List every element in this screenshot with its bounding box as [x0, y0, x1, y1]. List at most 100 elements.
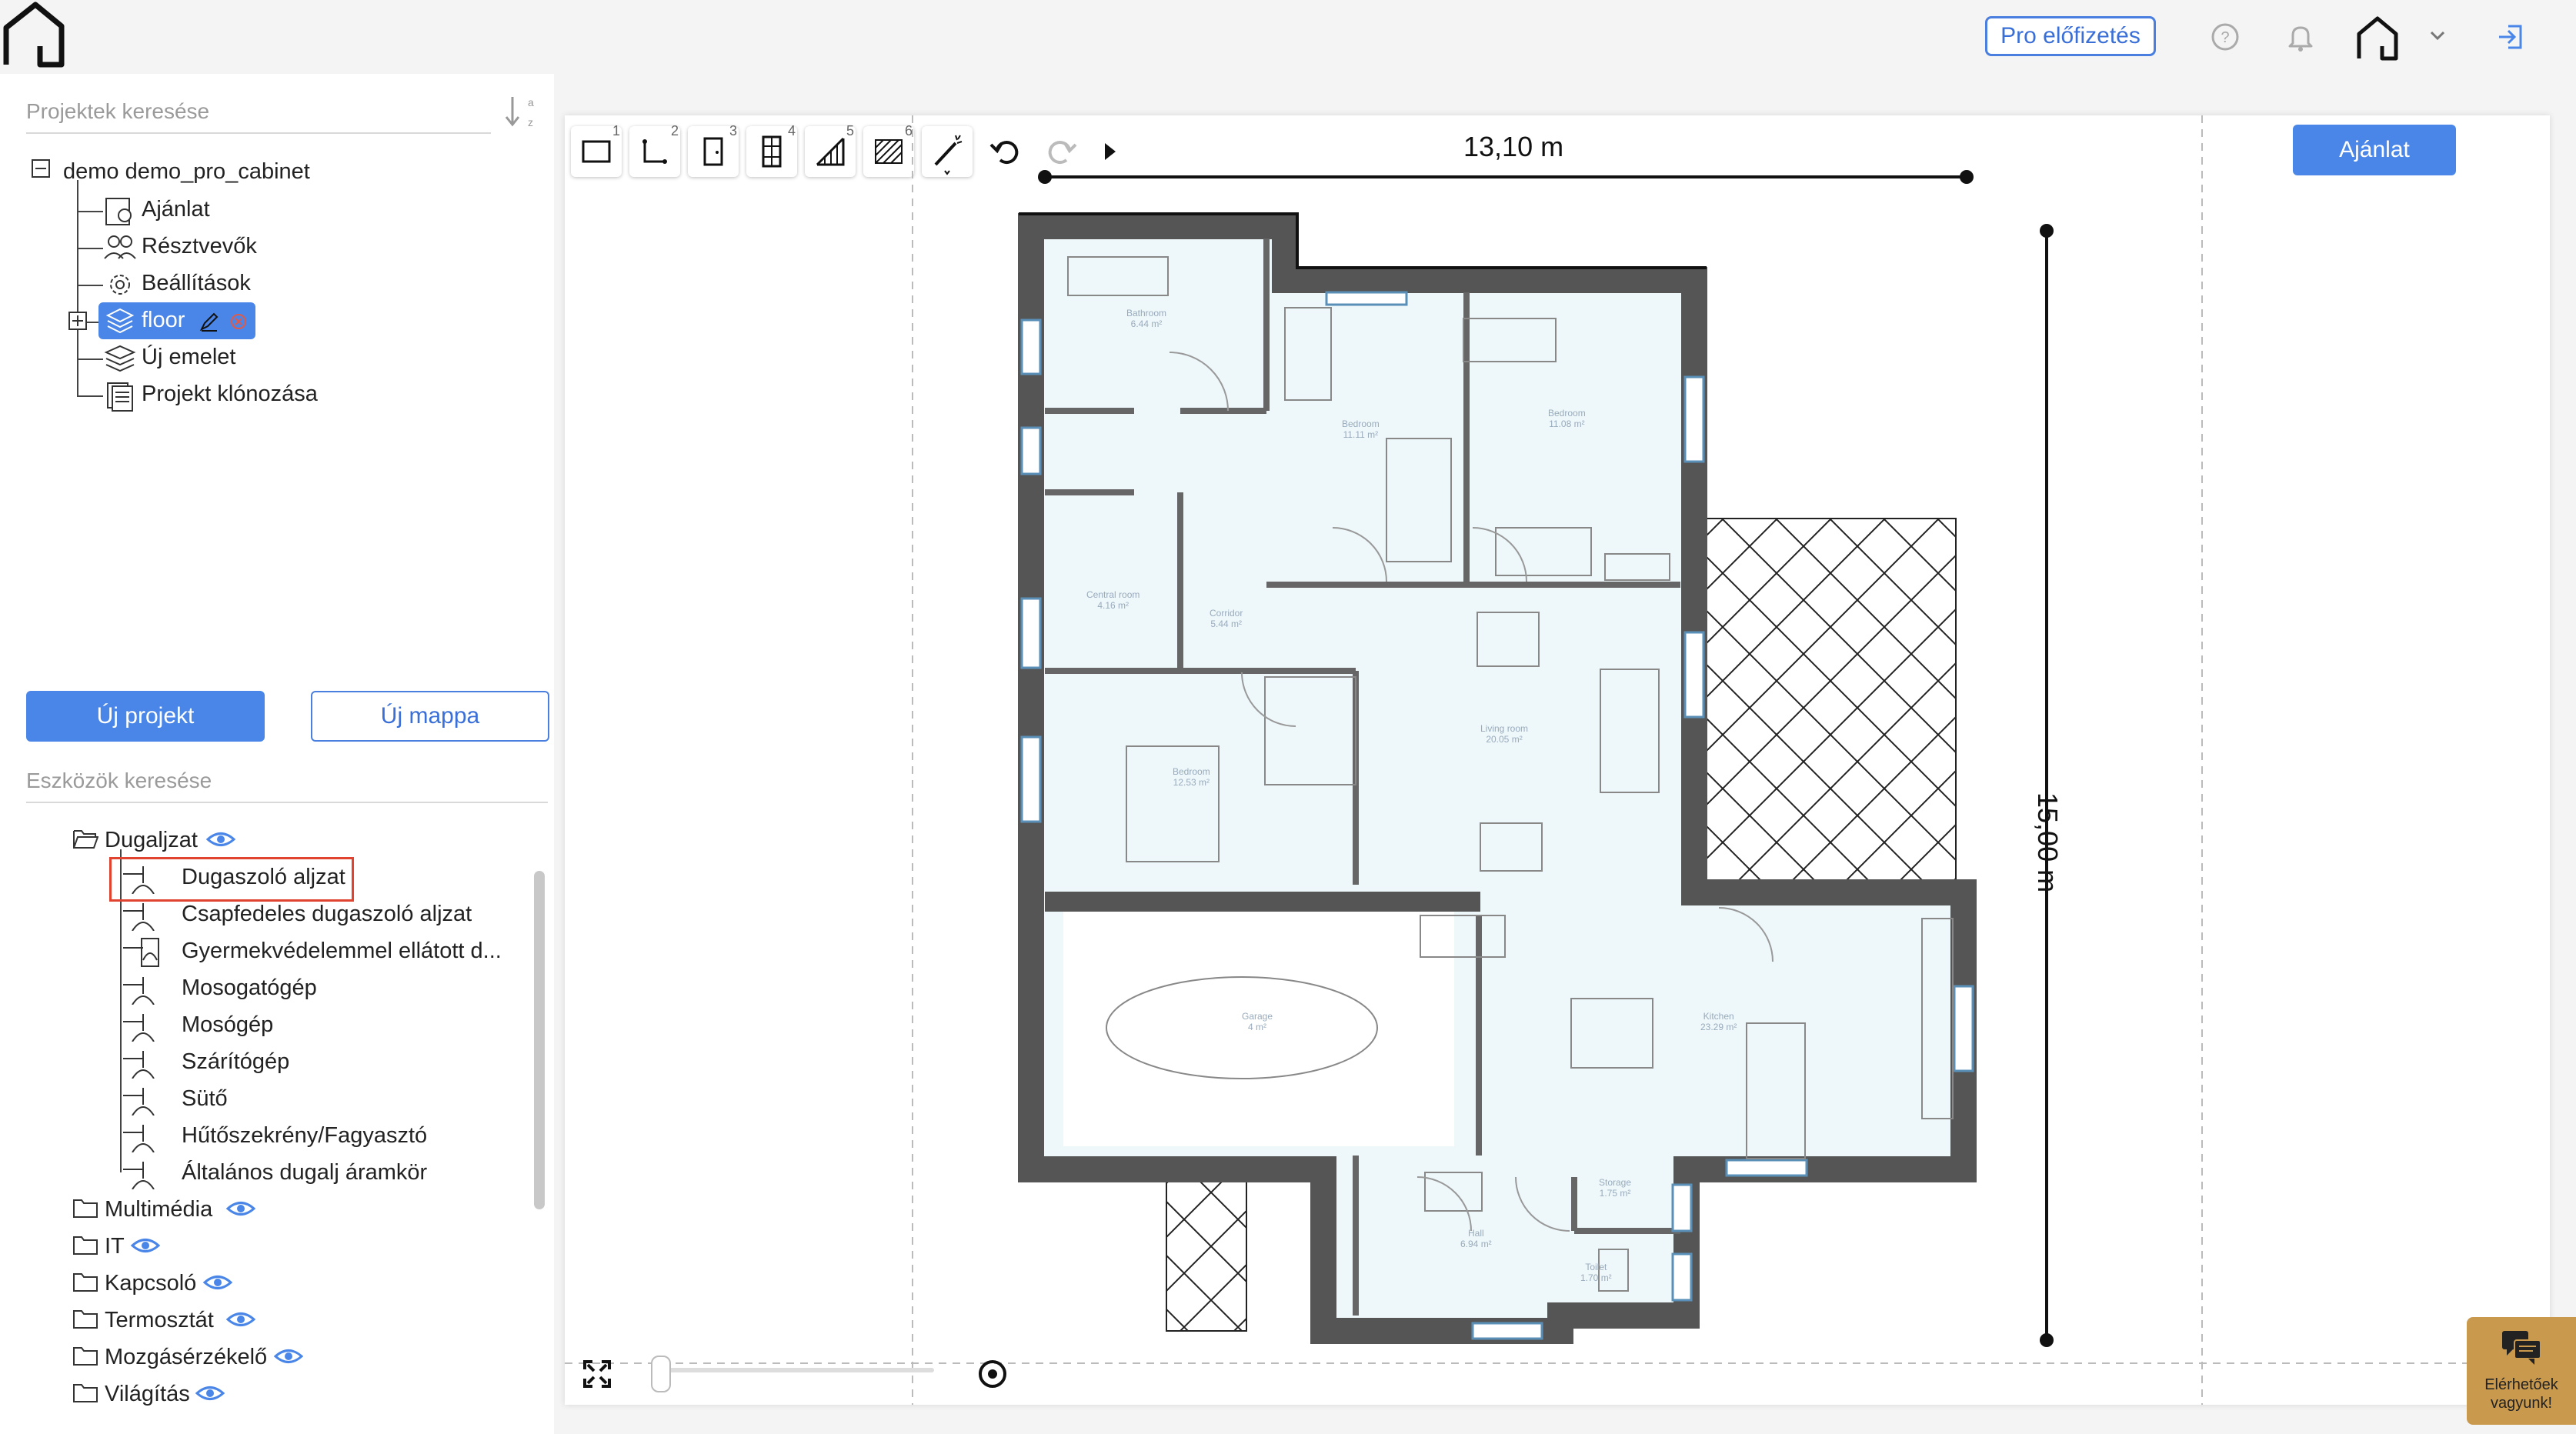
- socket-symbol-icon: [123, 977, 155, 1005]
- tools-search-input[interactable]: Eszközök keresése: [26, 760, 548, 803]
- chevron-down-icon[interactable]: [2428, 26, 2447, 45]
- category-lighting[interactable]: Világítás: [105, 1382, 190, 1407]
- left-panel: Projektek keresése a z: [0, 74, 554, 1434]
- room-label: Kitchen 23.29 m²: [1700, 1011, 1737, 1032]
- eye-icon[interactable]: [206, 829, 235, 849]
- tree-item-new-floor[interactable]: Új emelet: [142, 345, 236, 370]
- eye-icon[interactable]: [195, 1383, 225, 1403]
- zoom-slider[interactable]: [657, 1368, 934, 1372]
- delete-icon[interactable]: [228, 311, 249, 332]
- child-safe-socket-icon: [123, 938, 159, 967]
- project-root[interactable]: demo demo_pro_cabinet: [63, 159, 310, 185]
- socket-symbol-icon: [123, 1051, 155, 1079]
- tree-item-floor-label[interactable]: floor: [142, 308, 185, 333]
- room-label: Hall 6.94 m²: [1460, 1228, 1492, 1249]
- room-label: Garage 4 m²: [1242, 1011, 1273, 1032]
- socket-symbol-icon: [123, 903, 155, 931]
- socket-item[interactable]: Csapfedeles dugaszoló aljzat: [182, 902, 472, 927]
- room-label: Toilet 1.70 m²: [1580, 1262, 1612, 1283]
- clone-icon: [107, 382, 133, 412]
- new-floor-icon: [104, 345, 136, 372]
- tools-scrollbar[interactable]: [534, 871, 545, 1209]
- logout-icon[interactable]: [2493, 18, 2530, 55]
- room-label: Storage 1.75 m²: [1599, 1177, 1632, 1199]
- tree-item-clone-project[interactable]: Projekt klónozása: [142, 382, 318, 407]
- socket-symbol-icon: [123, 1125, 155, 1152]
- socket-symbol-icon: [123, 1088, 155, 1116]
- room-label: Bedroom 11.08 m²: [1548, 408, 1586, 429]
- category-sockets[interactable]: Dugaljzat: [105, 828, 198, 853]
- tree-item-participants[interactable]: Résztvevők: [142, 234, 257, 259]
- socket-item[interactable]: Általános dugalj áramkör: [182, 1160, 427, 1186]
- svg-text:?: ?: [2221, 29, 2229, 46]
- home-user-icon[interactable]: [2353, 14, 2402, 63]
- expand-icon[interactable]: [68, 311, 88, 331]
- layers-icon: [105, 308, 135, 334]
- room-label: Corridor 5.44 m²: [1210, 608, 1243, 629]
- height-dimension-label: 15,00 m: [2032, 792, 2064, 893]
- edit-pencil-icon[interactable]: [199, 311, 220, 332]
- folder-icon: [73, 1273, 98, 1292]
- chat-bubbles-icon: [2502, 1331, 2541, 1365]
- offer-document-icon: [105, 198, 132, 225]
- category-motion-sensor[interactable]: Mozgásérzékelő: [105, 1345, 267, 1370]
- participants-icon: [104, 235, 136, 259]
- collapse-icon[interactable]: [31, 158, 51, 178]
- width-dimension-label: 13,10 m: [1463, 131, 1564, 162]
- floorplan-canvas[interactable]: 1 2 3 4 5 6 Ajánlat 13,10 m 15,00 m Bath…: [565, 115, 2550, 1405]
- help-icon[interactable]: ?: [2207, 18, 2244, 55]
- center-view-icon[interactable]: [976, 1357, 1009, 1391]
- socket-item[interactable]: Sütő: [182, 1086, 228, 1112]
- chat-widget[interactable]: Elérhetőek vagyunk!: [2467, 1317, 2576, 1425]
- folder-open-icon: [73, 830, 98, 849]
- svg-text:z: z: [528, 116, 533, 128]
- new-project-button[interactable]: Új projekt: [26, 691, 265, 742]
- folder-icon: [73, 1310, 98, 1329]
- socket-item[interactable]: Hűtőszekrény/Fagyasztó: [182, 1123, 427, 1149]
- home-logo-icon[interactable]: [0, 0, 69, 69]
- category-switch[interactable]: Kapcsoló: [105, 1271, 196, 1296]
- settings-gear-icon: [110, 275, 130, 295]
- room-label: Central room 4.16 m²: [1086, 589, 1140, 611]
- floorplan-drawing[interactable]: [565, 115, 2550, 1405]
- tree-line: [77, 285, 103, 286]
- eye-icon[interactable]: [203, 1272, 232, 1292]
- folder-icon: [73, 1236, 98, 1255]
- fullscreen-icon[interactable]: [580, 1357, 614, 1391]
- eye-icon[interactable]: [226, 1199, 255, 1219]
- chat-widget-label: Elérhetőek vagyunk!: [2484, 1376, 2558, 1412]
- svg-text:a: a: [528, 96, 534, 108]
- room-label: Bathroom 6.44 m²: [1126, 308, 1167, 329]
- tree-item-settings[interactable]: Beállítások: [142, 271, 251, 296]
- new-folder-button[interactable]: Új mappa: [311, 691, 549, 742]
- sort-az-icon[interactable]: a z: [503, 92, 539, 132]
- eye-icon[interactable]: [131, 1236, 160, 1256]
- category-thermostat[interactable]: Termosztát: [105, 1308, 214, 1333]
- eye-icon[interactable]: [226, 1309, 255, 1329]
- socket-item[interactable]: Szárítógép: [182, 1049, 289, 1075]
- socket-item[interactable]: Dugaszoló aljzat: [182, 865, 345, 890]
- folder-icon: [73, 1384, 98, 1402]
- top-bar: Pro előfizetés ?: [0, 0, 2576, 74]
- pro-subscription-button[interactable]: Pro előfizetés: [1985, 16, 2156, 56]
- folder-icon: [73, 1347, 98, 1366]
- category-multimedia[interactable]: Multimédia: [105, 1197, 212, 1222]
- socket-symbol-icon: [123, 866, 155, 894]
- bell-icon[interactable]: [2282, 18, 2319, 55]
- socket-symbol-icon: [123, 1162, 155, 1189]
- category-it[interactable]: IT: [105, 1234, 125, 1259]
- socket-symbol-icon: [123, 1014, 155, 1042]
- socket-item[interactable]: Gyermekvédelemmel ellátott d...: [182, 939, 502, 964]
- tree-line: [77, 211, 103, 212]
- folder-icon: [73, 1199, 98, 1218]
- socket-item[interactable]: Mosogatógép: [182, 975, 317, 1001]
- socket-item[interactable]: Mosógép: [182, 1012, 273, 1038]
- tree-item-offer[interactable]: Ajánlat: [142, 197, 210, 222]
- zoom-slider-handle[interactable]: [651, 1356, 671, 1392]
- room-label: Bedroom 12.53 m²: [1173, 766, 1210, 788]
- project-search-input[interactable]: Projektek keresése: [26, 91, 491, 134]
- tree-line: [77, 395, 103, 397]
- eye-icon[interactable]: [274, 1346, 303, 1366]
- tree-line: [77, 358, 103, 360]
- tree-line: [77, 180, 78, 395]
